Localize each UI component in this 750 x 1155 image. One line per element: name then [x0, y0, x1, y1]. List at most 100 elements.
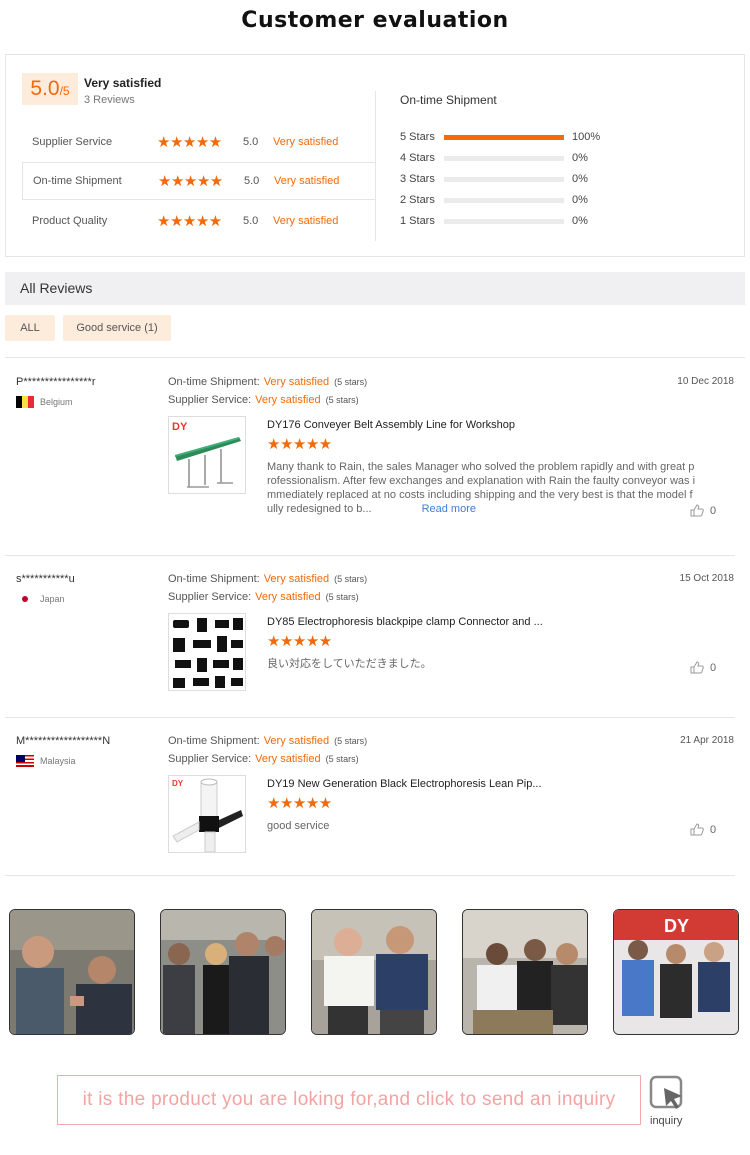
- divider: [5, 357, 745, 358]
- metric-label: On-time Shipment: [33, 175, 122, 187]
- japan-flag-icon: [16, 593, 34, 605]
- review-text: Many thank to Rain, the sales Manager wh…: [267, 460, 695, 516]
- reviewer-name: P****************r: [16, 376, 96, 388]
- product-rating-stars: ★★★★★: [267, 632, 332, 650]
- overall-score: 5.0/5: [22, 73, 78, 105]
- like-button[interactable]: 0: [690, 661, 716, 674]
- distribution-row: 5 Stars 100%: [400, 129, 600, 145]
- like-button[interactable]: 0: [690, 823, 716, 836]
- distribution-percent: 0%: [572, 215, 588, 227]
- distribution-label: 5 Stars: [400, 131, 435, 143]
- supplier-stars: (5 stars): [325, 592, 359, 602]
- customer-photo: [9, 909, 135, 1035]
- distribution-row: 4 Stars 0%: [400, 150, 588, 166]
- metric-text: Very satisfied: [274, 175, 340, 187]
- lean-pipe-image: DY: [172, 778, 243, 852]
- thumbs-up-icon: [690, 823, 704, 836]
- shipment-stars: (5 stars): [334, 736, 368, 746]
- conveyor-product-image: DY: [172, 421, 241, 488]
- distribution-percent: 0%: [572, 152, 588, 164]
- distribution-percent: 100%: [572, 131, 601, 143]
- distribution-bar-fill: [444, 134, 564, 140]
- inquiry-label[interactable]: inquiry: [650, 1115, 682, 1127]
- product-name-link[interactable]: DY85 Electrophoresis blackpipe clamp Con…: [267, 616, 543, 628]
- shipment-value: Very satisfied: [263, 735, 330, 747]
- product-thumbnail[interactable]: DY: [168, 416, 246, 494]
- product-thumbnail[interactable]: [168, 613, 246, 691]
- rating-summary: 5.0/5 Very satisfied 3 Reviews Supplier …: [5, 54, 745, 257]
- metric-product-quality[interactable]: Product Quality ★★★★★ 5.0 Very satisfied: [22, 202, 376, 240]
- supplier-value: Very satisfied: [255, 591, 321, 603]
- metric-score: 5.0: [244, 175, 260, 187]
- metric-stars: ★★★★★: [157, 212, 222, 230]
- shipment-stars: (5 stars): [334, 377, 368, 387]
- review-date: 21 Apr 2018: [680, 735, 734, 746]
- like-button[interactable]: 0: [690, 504, 716, 517]
- supplier-label: Supplier Service:: [168, 591, 252, 603]
- shipment-label: On-time Shipment:: [168, 573, 260, 585]
- read-more-link[interactable]: Read more: [422, 503, 476, 515]
- distribution-row: 1 Stars 0%: [400, 213, 588, 229]
- customer-photo-image: [312, 910, 436, 1034]
- customer-photo: [462, 909, 588, 1035]
- metric-stars: ★★★★★: [158, 172, 223, 190]
- shipment-value: Very satisfied: [263, 376, 330, 388]
- reviewer-name: s***********u: [16, 573, 75, 585]
- filter-all-button[interactable]: ALL: [5, 315, 55, 341]
- malaysia-flag-icon: [16, 755, 34, 767]
- supplier-rating: Supplier Service: Very satisfied (5 stars): [168, 753, 359, 765]
- review-count: 3 Reviews: [84, 94, 135, 106]
- distribution-bar: [444, 218, 564, 224]
- supplier-rating: Supplier Service: Very satisfied (5 stars): [168, 394, 359, 406]
- review-date: 10 Dec 2018: [677, 376, 734, 387]
- distribution-title: On-time Shipment: [400, 93, 497, 107]
- country-name: Malaysia: [40, 756, 76, 766]
- inquiry-banner[interactable]: it is the product you are loking for,and…: [57, 1075, 641, 1125]
- pipe-connectors-image: [173, 618, 243, 688]
- metric-stars: ★★★★★: [157, 133, 222, 151]
- supplier-label: Supplier Service:: [168, 753, 252, 765]
- summary-divider: [375, 91, 376, 241]
- distribution-bar: [444, 155, 564, 161]
- thumbs-up-icon: [690, 661, 704, 674]
- all-reviews-header: All Reviews: [5, 272, 745, 305]
- review-text: 良い対応をしていただきました。: [267, 658, 432, 670]
- cursor-icon: [649, 1075, 683, 1109]
- review-text-body: Many thank to Rain, the sales Manager wh…: [267, 461, 696, 515]
- product-rating-stars: ★★★★★: [267, 435, 332, 453]
- customer-photo: DY: [613, 909, 739, 1035]
- distribution-bar: [444, 197, 564, 203]
- review-text: good service: [267, 820, 330, 832]
- distribution-label: 4 Stars: [400, 152, 435, 164]
- customer-photo-image: [161, 910, 285, 1034]
- metric-score: 5.0: [243, 215, 259, 227]
- supplier-rating: Supplier Service: Very satisfied (5 stars): [168, 591, 359, 603]
- belgium-flag-icon: [16, 396, 34, 408]
- brand-logo: DY: [172, 421, 188, 433]
- shipment-label: On-time Shipment:: [168, 376, 260, 388]
- metric-on-time-shipment[interactable]: On-time Shipment ★★★★★ 5.0 Very satisfie…: [22, 162, 376, 200]
- shipment-rating: On-time Shipment: Very satisfied (5 stars): [168, 735, 367, 747]
- product-name-link[interactable]: DY19 New Generation Black Electrophoresi…: [267, 778, 542, 790]
- product-thumbnail[interactable]: DY: [168, 775, 246, 853]
- distribution-percent: 0%: [572, 194, 588, 206]
- inquiry-cursor-icon[interactable]: [648, 1074, 686, 1112]
- supplier-value: Very satisfied: [255, 394, 321, 406]
- customer-photo-image: DY: [614, 910, 738, 1034]
- product-name-link[interactable]: DY176 Conveyer Belt Assembly Line for Wo…: [267, 419, 515, 431]
- filter-good-service-button[interactable]: Good service (1): [63, 315, 171, 341]
- distribution-bar: [444, 176, 564, 182]
- shipment-label: On-time Shipment:: [168, 735, 260, 747]
- customer-photo-image: [10, 910, 134, 1034]
- supplier-label: Supplier Service:: [168, 394, 252, 406]
- reviewer-country: Japan: [16, 593, 65, 605]
- shipment-value: Very satisfied: [263, 573, 330, 585]
- metric-text: Very satisfied: [273, 215, 339, 227]
- distribution-row: 3 Stars 0%: [400, 171, 588, 187]
- metric-supplier-service[interactable]: Supplier Service ★★★★★ 5.0 Very satisfie…: [22, 123, 376, 161]
- metric-label: Product Quality: [32, 215, 108, 227]
- metric-score: 5.0: [243, 136, 259, 148]
- product-rating-stars: ★★★★★: [267, 794, 332, 812]
- supplier-stars: (5 stars): [325, 395, 359, 405]
- like-count: 0: [710, 504, 717, 517]
